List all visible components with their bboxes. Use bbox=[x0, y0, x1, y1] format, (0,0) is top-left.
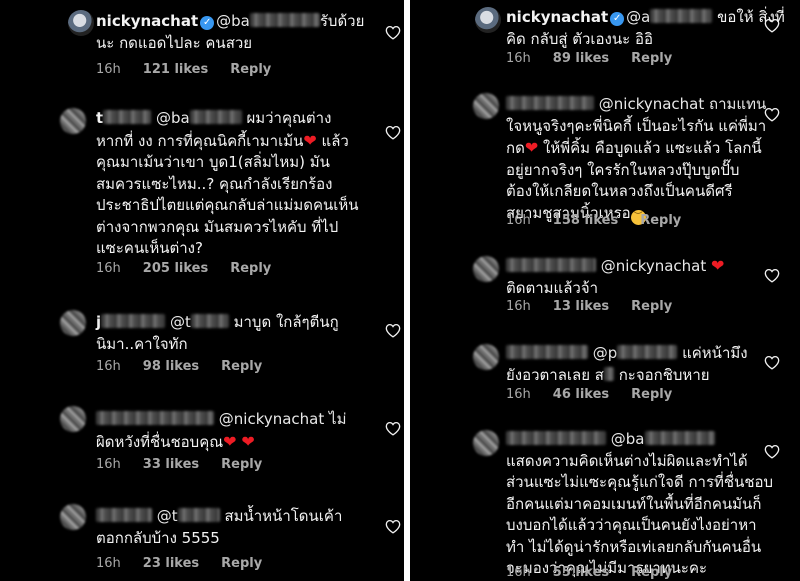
comment-username[interactable]: nickynachat bbox=[96, 12, 198, 30]
redacted-mention bbox=[650, 9, 713, 23]
heart-outline-icon[interactable] bbox=[764, 268, 780, 283]
comment-text: j @t มาบูด ใกล้ๆตีนกู นิมา..คาใจทัก bbox=[96, 313, 339, 353]
avatar[interactable] bbox=[60, 406, 86, 432]
comment-meta: 16h 13 likes Reply bbox=[506, 299, 673, 314]
redacted-username bbox=[506, 345, 588, 359]
redacted-username bbox=[96, 508, 152, 522]
avatar[interactable] bbox=[473, 344, 499, 370]
avatar[interactable] bbox=[475, 7, 501, 33]
redacted-username bbox=[103, 110, 152, 124]
likes-count[interactable]: 205 likes bbox=[143, 261, 208, 276]
comment-text: @nickynachat ❤ ติดตามแล้วจ้า bbox=[506, 256, 725, 297]
heart-outline-icon[interactable] bbox=[385, 519, 401, 534]
likes-count[interactable]: 98 likes bbox=[143, 359, 199, 374]
comment-meta: 16h 46 likes Reply bbox=[506, 387, 673, 402]
reply-button[interactable]: Reply bbox=[640, 213, 681, 228]
comment-username[interactable]: nickynachat bbox=[506, 8, 608, 26]
reply-button[interactable]: Reply bbox=[221, 457, 262, 472]
likes-count[interactable]: 55 likes bbox=[553, 565, 609, 580]
mention[interactable]: @ba bbox=[216, 12, 250, 30]
heart-outline-icon[interactable] bbox=[385, 125, 401, 140]
reply-button[interactable]: Reply bbox=[230, 261, 271, 276]
likes-count[interactable]: 33 likes bbox=[143, 457, 199, 472]
reply-button[interactable]: Reply bbox=[230, 62, 271, 77]
comment-text: @ba แสดงความคิดเห็นต่างไม่ผิดและทำได้ ส่… bbox=[506, 430, 774, 577]
reply-button[interactable]: Reply bbox=[631, 387, 672, 402]
heart-outline-icon[interactable] bbox=[385, 25, 401, 40]
redacted-username bbox=[506, 96, 594, 110]
redacted-username bbox=[506, 258, 596, 272]
avatar[interactable] bbox=[473, 430, 499, 456]
reply-button[interactable]: Reply bbox=[221, 359, 262, 374]
verified-badge-icon: ✓ bbox=[610, 12, 625, 26]
red-heart-emoji: ❤ bbox=[711, 256, 725, 275]
redacted-username bbox=[96, 411, 214, 425]
comment-text: nickynachat ✓ @a ขอให้ สิ่งที่ คิด กลับสู่… bbox=[506, 8, 785, 48]
reply-button[interactable]: Reply bbox=[631, 51, 672, 66]
comment-text: @p แค่หน้ามึง ยังอวตาลเลย ส กะจอกชิบหาย bbox=[506, 344, 748, 384]
heart-outline-icon[interactable] bbox=[385, 421, 401, 436]
red-heart-emoji: ❤ bbox=[524, 138, 539, 157]
heart-outline-icon[interactable] bbox=[764, 107, 780, 122]
red-heart-emoji: ❤ bbox=[303, 130, 317, 150]
redacted-username bbox=[506, 431, 606, 445]
left-comments-panel: nickynachat ✓ @ba รับด้วย นะ กดแอดไปละ คนสว… bbox=[0, 0, 404, 581]
heart-outline-icon[interactable] bbox=[764, 444, 780, 459]
avatar[interactable] bbox=[473, 93, 499, 119]
right-comments-panel: nickynachat ✓ @a ขอให้ สิ่งที่ คิด กลับสู่… bbox=[410, 0, 800, 581]
likes-count[interactable]: 13 likes bbox=[553, 299, 609, 314]
comment-text: nickynachat ✓ @ba รับด้วย นะ กดแอดไปละ คนสว… bbox=[96, 12, 365, 52]
likes-count[interactable]: 158 likes bbox=[553, 213, 618, 228]
redacted-mention bbox=[190, 314, 229, 328]
comment-meta: 16h 55 likes Reply bbox=[506, 565, 673, 580]
comment-meta: 16h 33 likes Reply bbox=[96, 457, 263, 472]
heart-outline-icon[interactable] bbox=[764, 18, 780, 33]
redacted-mention bbox=[249, 13, 320, 27]
avatar[interactable] bbox=[60, 310, 86, 336]
comment-meta: 16h 98 likes Reply bbox=[96, 359, 263, 374]
likes-count[interactable]: 23 likes bbox=[143, 556, 199, 571]
redacted-text bbox=[603, 366, 614, 381]
avatar[interactable] bbox=[60, 108, 86, 134]
likes-count[interactable]: 89 likes bbox=[553, 51, 609, 66]
redacted-mention bbox=[617, 345, 678, 359]
redacted-mention bbox=[644, 431, 715, 445]
verified-badge-icon: ✓ bbox=[200, 16, 215, 30]
comment-meta: 16h 158 likes Reply bbox=[506, 213, 682, 228]
reply-button[interactable]: Reply bbox=[631, 565, 672, 580]
comment-text: t @ba ผมว่าคุณต่าง หากที่ งง การที่คุณนิ… bbox=[96, 109, 359, 257]
redacted-mention bbox=[177, 508, 220, 522]
comment-text: @t สมน้ำหน้าโดนเค้า ตอกกลับบ้าง 5555 bbox=[96, 507, 343, 547]
likes-count[interactable]: 121 likes bbox=[143, 62, 208, 77]
avatar[interactable] bbox=[473, 256, 499, 282]
likes-count[interactable]: 46 likes bbox=[553, 387, 609, 402]
redacted-mention bbox=[189, 110, 242, 124]
avatar[interactable] bbox=[60, 504, 86, 530]
reply-button[interactable]: Reply bbox=[631, 299, 672, 314]
comment-meta: 16h 205 likes Reply bbox=[96, 261, 272, 276]
comment-text: @nickynachat ไม่ ผิดหวังที่ชื่นชอบคุณ❤ ❤ bbox=[96, 410, 347, 451]
comment-text: @nickynachat ถามแทน ใจหนูจริงๆคะพี่นิคกี… bbox=[506, 94, 766, 225]
avatar[interactable] bbox=[68, 10, 94, 36]
redacted-username bbox=[101, 314, 166, 328]
comment-meta: 16h 89 likes Reply bbox=[506, 51, 673, 66]
red-heart-emoji: ❤ bbox=[241, 431, 255, 451]
comment-meta: 16h 23 likes Reply bbox=[96, 556, 263, 571]
reply-button[interactable]: Reply bbox=[221, 556, 262, 571]
red-heart-emoji: ❤ bbox=[223, 431, 237, 451]
heart-outline-icon[interactable] bbox=[764, 355, 780, 370]
comment-time: 16h bbox=[96, 62, 121, 77]
heart-outline-icon[interactable] bbox=[385, 323, 401, 338]
comment-meta: 16h 121 likes Reply bbox=[96, 62, 293, 77]
